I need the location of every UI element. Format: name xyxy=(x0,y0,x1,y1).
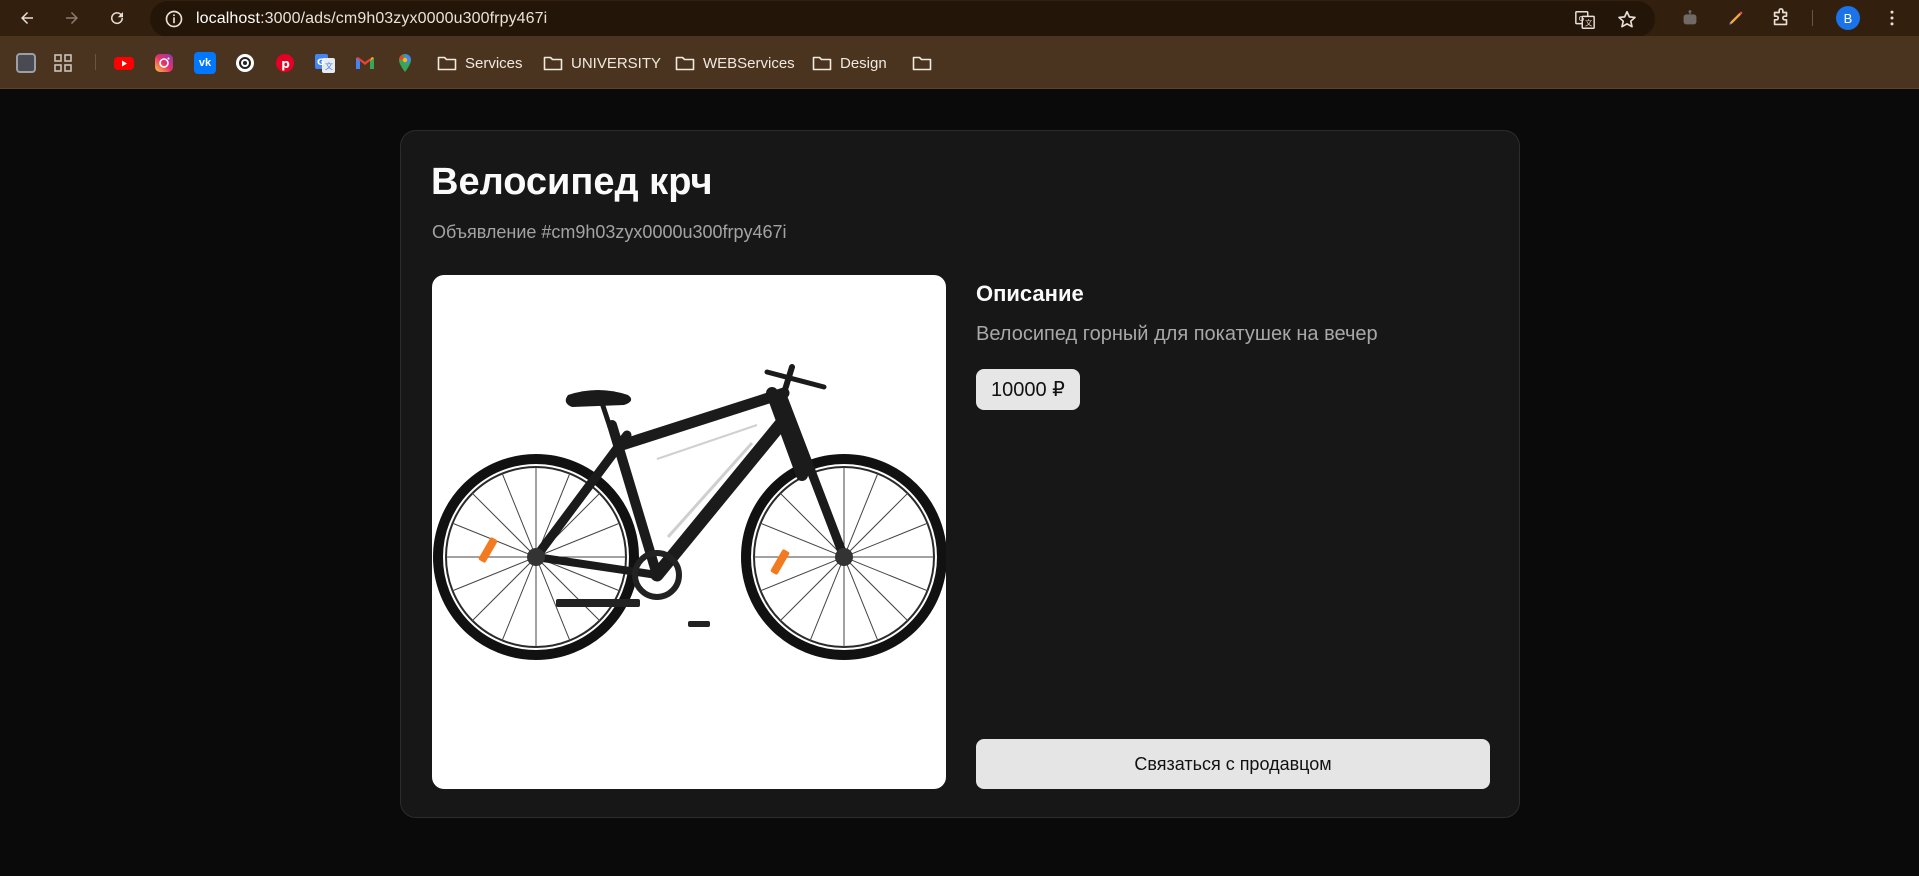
vk-icon: vk xyxy=(194,52,216,74)
google-maps-icon xyxy=(399,54,411,72)
site-info-icon[interactable] xyxy=(164,9,184,29)
bookmark-folder-services[interactable]: Services xyxy=(437,51,523,75)
grid-icon xyxy=(54,54,72,72)
url-text[interactable]: localhost:3000/ads/cm9h03zyx0000u300frpy… xyxy=(196,10,547,28)
extensions-button[interactable] xyxy=(1769,6,1793,30)
bookmark-google-translate[interactable]: G文 xyxy=(314,51,336,75)
forward-button[interactable] xyxy=(58,4,86,32)
extension-robot-button[interactable] xyxy=(1678,6,1702,30)
ad-title: Велосипед крч xyxy=(431,161,713,203)
bookmark-star-icon[interactable] xyxy=(1616,9,1638,31)
description-text: Велосипед горный для покатушек на вечер xyxy=(976,323,1378,345)
folder-icon xyxy=(812,56,832,71)
extension-pen-button[interactable] xyxy=(1724,6,1748,30)
translate-icon[interactable]: G 文 xyxy=(1574,9,1596,31)
bookmark-app[interactable] xyxy=(16,51,36,75)
browser-menu-button[interactable] xyxy=(1880,6,1904,30)
folder-label: Design xyxy=(840,54,887,72)
back-button[interactable] xyxy=(13,4,41,32)
svg-text:G: G xyxy=(1579,14,1585,23)
google-translate-icon: G文 xyxy=(315,54,335,73)
description-heading: Описание xyxy=(976,281,1084,306)
puzzle-icon xyxy=(1773,8,1788,26)
bookmark-apps-grid[interactable] xyxy=(52,51,74,75)
pinterest-icon: p xyxy=(276,54,294,72)
ad-id: Объявление #cm9h03zyx0000u300frpy467i xyxy=(432,222,787,242)
reload-icon xyxy=(111,12,124,25)
bookmark-openai[interactable] xyxy=(234,51,256,75)
svg-text:文: 文 xyxy=(1585,19,1593,28)
bookmarks-bar: vk p G文 Services UNIVERSITY WEBServices xyxy=(0,36,1919,89)
reload-button[interactable] xyxy=(103,4,131,32)
svg-text:G: G xyxy=(317,58,324,68)
price-badge: 10000 ₽ xyxy=(976,369,1080,410)
profile-avatar[interactable]: B xyxy=(1836,6,1860,30)
bookmark-youtube[interactable] xyxy=(113,51,135,75)
bookmarks-divider xyxy=(95,54,96,70)
svg-text:文: 文 xyxy=(325,61,333,71)
url-path: :3000/ads/cm9h03zyx0000u300frpy467i xyxy=(260,10,548,27)
folder-icon xyxy=(543,56,563,71)
kebab-menu-icon xyxy=(1890,10,1894,26)
ad-photo xyxy=(432,275,946,789)
ad-card: Велосипед крч Объявление #cm9h03zyx0000u… xyxy=(400,130,1520,818)
youtube-icon xyxy=(114,57,134,70)
bookmark-instagram[interactable] xyxy=(153,51,175,75)
color-pen-icon xyxy=(1729,11,1743,25)
robot-icon xyxy=(1683,10,1697,25)
openai-icon xyxy=(236,54,254,72)
toolbar-divider xyxy=(1812,10,1813,26)
svg-text:p: p xyxy=(281,57,290,71)
arrow-left-icon xyxy=(21,12,33,24)
folder-label: UNIVERSITY xyxy=(571,54,662,72)
bookmark-folder-university[interactable]: UNIVERSITY xyxy=(543,51,661,75)
bookmark-google-maps[interactable] xyxy=(394,51,416,75)
bicycle-image xyxy=(433,364,946,660)
bookmark-folder-unnamed[interactable] xyxy=(912,51,940,75)
address-bar[interactable]: localhost:3000/ads/cm9h03zyx0000u300frpy… xyxy=(150,1,1655,37)
bookmark-pinterest[interactable]: p xyxy=(274,51,296,75)
bookmark-vk[interactable]: vk xyxy=(194,51,216,75)
browser-toolbar: localhost:3000/ads/cm9h03zyx0000u300frpy… xyxy=(0,0,1919,37)
folder-icon xyxy=(912,56,932,71)
gmail-icon xyxy=(356,57,374,69)
bookmark-gmail[interactable] xyxy=(354,51,376,75)
bookmark-folder-design[interactable]: Design xyxy=(812,51,887,75)
folder-label: Services xyxy=(465,54,523,72)
folder-label: WEBServices xyxy=(703,54,795,72)
folder-icon xyxy=(675,56,695,71)
arrow-right-icon xyxy=(66,12,78,24)
instagram-icon xyxy=(155,54,173,72)
contact-seller-button[interactable]: Связаться с продавцом xyxy=(976,739,1490,789)
bookmark-folder-webservices[interactable]: WEBServices xyxy=(675,51,795,75)
url-host: localhost xyxy=(196,10,261,27)
app-icon xyxy=(16,53,36,73)
folder-icon xyxy=(437,56,457,71)
